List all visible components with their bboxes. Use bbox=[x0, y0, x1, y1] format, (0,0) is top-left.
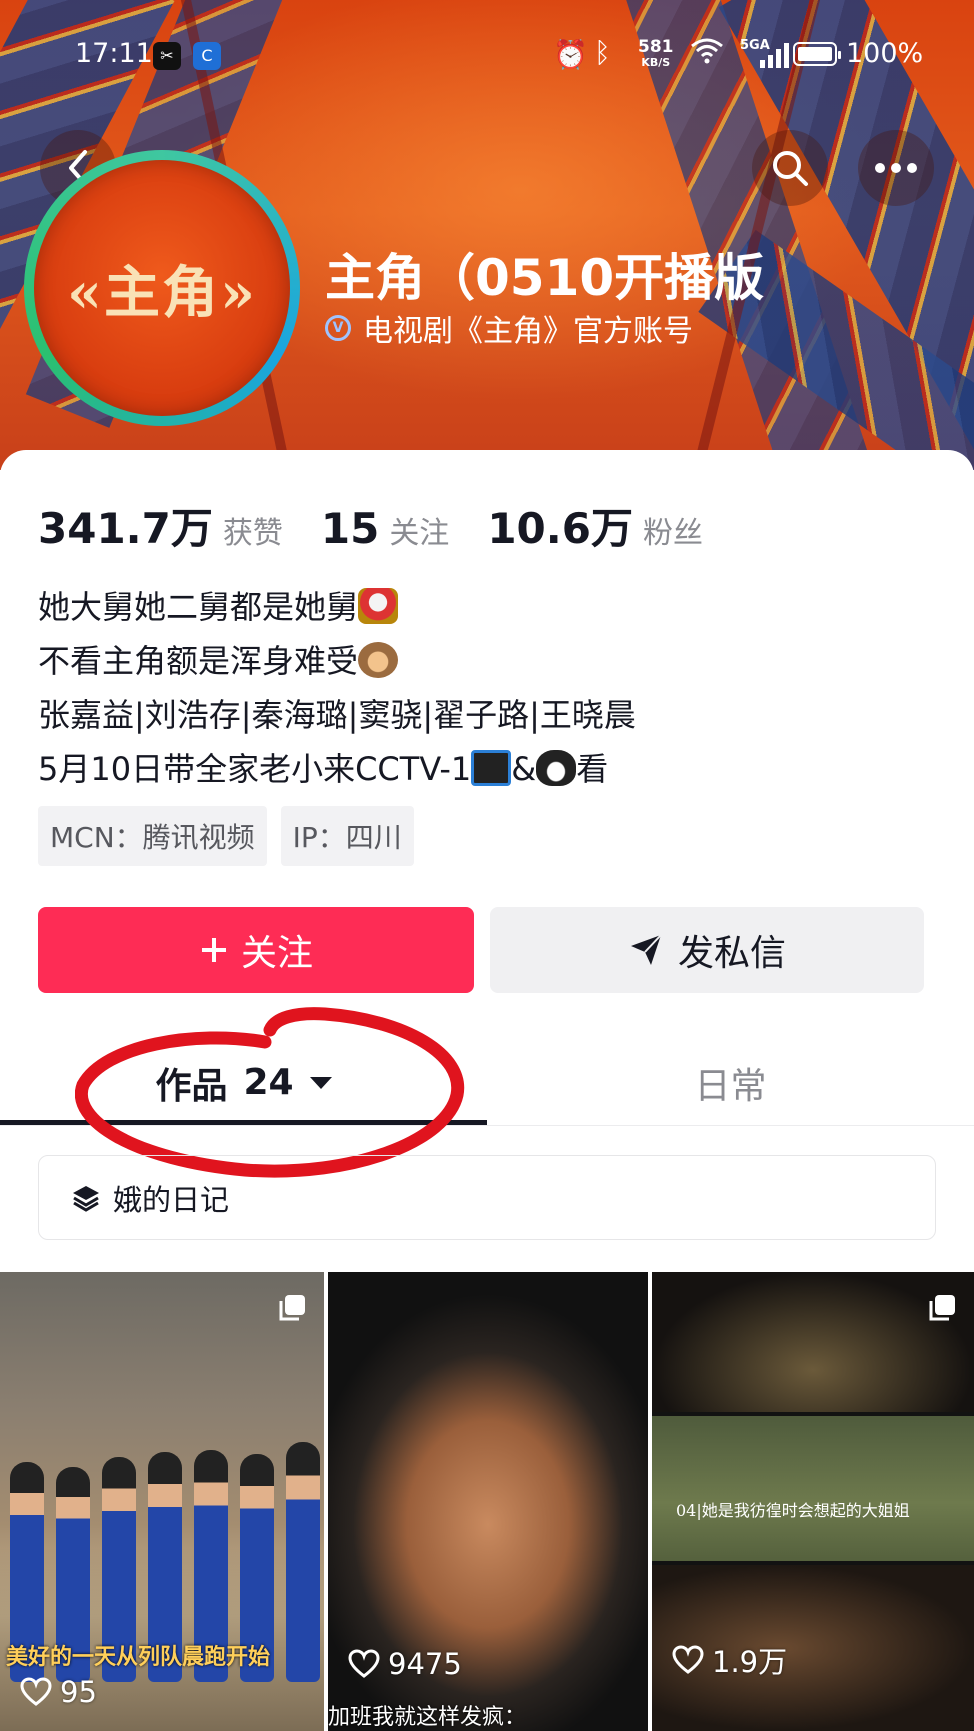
penguin-emoji-icon bbox=[536, 750, 577, 786]
wifi-icon bbox=[690, 36, 724, 71]
follow-button-label: 关注 bbox=[240, 933, 313, 974]
video-grid: 美好的一天从列队晨跑开始 95 加班我就这样发疯： 9475 04|她是我彷徨时… bbox=[0, 1272, 974, 1731]
battery-icon bbox=[793, 42, 841, 66]
tab-works[interactable]: 作品 24 bbox=[0, 1040, 487, 1125]
likes-count: 341.7万 bbox=[38, 504, 213, 553]
search-button[interactable] bbox=[752, 130, 828, 206]
thumbnail-scene bbox=[10, 1382, 320, 1682]
tv-emoji-icon bbox=[471, 750, 512, 786]
profile-bio: 她大舅她二舅都是她舅 不看主角额是浑身难受 张嘉益|刘浩存|秦海璐|窦骁|翟子路… bbox=[38, 580, 636, 796]
bluetooth-icon: ᛒ bbox=[594, 36, 611, 69]
video-likes-count: 1.9万 bbox=[712, 1645, 788, 1679]
more-dots-icon bbox=[875, 163, 917, 173]
thumbnail-panel bbox=[652, 1272, 974, 1412]
message-button-label: 发私信 bbox=[677, 933, 786, 974]
bio-line-text: 不看主角额是浑身难受 bbox=[38, 642, 359, 680]
profile-tabs: 作品 24 日常 bbox=[0, 1040, 974, 1126]
heart-icon bbox=[672, 1645, 704, 1674]
signal-bars-icon bbox=[760, 42, 789, 68]
status-bar: 17:11 ✂ C ⏰ ᛒ 581 KB/S 5GA 100% bbox=[0, 0, 974, 110]
bio-line-text: 5月10日带全家老小来CCTV-1 bbox=[38, 750, 472, 788]
profile-stats: 341.7万 获赞 15 关注 10.6万 粉丝 bbox=[38, 495, 741, 556]
network-speed: 581 KB/S bbox=[638, 37, 674, 70]
video-likes: 1.9万 bbox=[672, 1639, 787, 1681]
bio-line: 她大舅她二舅都是她舅 bbox=[38, 580, 636, 634]
verification-text: 电视剧《主角》官方账号 bbox=[363, 314, 693, 349]
video-caption: 加班我就这样发疯： bbox=[328, 1705, 527, 1730]
likes-label: 获赞 bbox=[222, 516, 283, 551]
follow-button[interactable]: 关注 bbox=[38, 907, 474, 993]
browser-app-icon: C bbox=[193, 42, 221, 70]
video-thumbnail[interactable]: 美好的一天从列队晨跑开始 95 bbox=[0, 1272, 324, 1731]
profile-nickname: 主角（0510开播版 bbox=[325, 249, 765, 307]
bio-line-text: 她大舅她二舅都是她舅 bbox=[38, 588, 359, 626]
video-likes: 95 bbox=[20, 1675, 97, 1709]
video-thumbnail[interactable]: 04|她是我彷徨时会想起的大姐姐 1.9万 bbox=[652, 1272, 974, 1731]
capcut-app-icon: ✂ bbox=[153, 42, 181, 70]
collection-bar[interactable]: 娥的日记 bbox=[38, 1155, 936, 1240]
search-icon bbox=[773, 151, 808, 186]
verified-badge-icon: V bbox=[325, 315, 351, 341]
video-thumbnail[interactable]: 加班我就这样发疯： 9475 bbox=[328, 1272, 648, 1731]
bio-line-text: 看 bbox=[576, 750, 609, 788]
video-caption: 04|她是我彷徨时会想起的大姐姐 bbox=[676, 1501, 910, 1520]
avatar-logo-text: «主角» bbox=[67, 259, 257, 326]
video-likes-count: 95 bbox=[60, 1675, 97, 1709]
network-speed-value: 581 bbox=[638, 37, 674, 57]
followers-label[interactable]: 粉丝 bbox=[643, 508, 703, 552]
battery-percent: 100% bbox=[846, 38, 924, 69]
heart-icon bbox=[348, 1649, 380, 1678]
send-icon bbox=[630, 934, 662, 965]
bio-line-text: 张嘉益|刘浩存|秦海璐|窦骁|翟子路|王晓晨 bbox=[38, 696, 636, 734]
active-tab-indicator bbox=[0, 1120, 487, 1125]
tab-daily[interactable]: 日常 bbox=[487, 1040, 974, 1125]
following-count[interactable]: 15 bbox=[321, 504, 379, 553]
collection-label: 娥的日记 bbox=[113, 1182, 230, 1217]
drum-emoji-icon bbox=[358, 588, 399, 624]
followers-count[interactable]: 10.6万 bbox=[487, 495, 633, 556]
tab-works-label: 作品 bbox=[155, 1065, 228, 1107]
tab-works-count: 24 bbox=[243, 1062, 294, 1103]
message-button[interactable]: 发私信 bbox=[490, 907, 924, 993]
profile-tags: MCN：腾讯视频 IP：四川 bbox=[38, 806, 414, 866]
bio-line: 5月10日带全家老小来CCTV-1 & 看 bbox=[38, 742, 636, 796]
caret-down-icon[interactable] bbox=[309, 1076, 332, 1089]
mcn-tag[interactable]: MCN：腾讯视频 bbox=[38, 806, 267, 866]
avatar[interactable]: «主角» bbox=[34, 160, 290, 416]
thumbnail-panel bbox=[652, 1416, 974, 1561]
ip-tag: IP：四川 bbox=[280, 806, 414, 866]
status-time: 17:11 bbox=[75, 38, 153, 69]
plus-icon bbox=[201, 938, 226, 962]
bio-line: 张嘉益|刘浩存|秦海璐|窦骁|翟子路|王晓晨 bbox=[38, 688, 636, 742]
heart-icon bbox=[20, 1677, 52, 1706]
layers-icon bbox=[73, 1185, 99, 1212]
bio-line: 不看主角额是浑身难受 bbox=[38, 634, 636, 688]
multi-image-icon bbox=[929, 1295, 955, 1321]
following-label[interactable]: 关注 bbox=[389, 508, 449, 552]
bio-line-text: & bbox=[511, 750, 537, 788]
video-likes-count: 9475 bbox=[388, 1647, 462, 1681]
video-likes: 9475 bbox=[348, 1647, 462, 1681]
tab-daily-label: 日常 bbox=[694, 1065, 767, 1107]
see-no-evil-monkey-emoji-icon bbox=[358, 642, 399, 678]
alarm-icon: ⏰ bbox=[553, 38, 588, 71]
network-speed-unit: KB/S bbox=[641, 56, 671, 69]
video-caption: 美好的一天从列队晨跑开始 bbox=[6, 1644, 271, 1670]
verification-line: V 电视剧《主角》官方账号 bbox=[325, 306, 693, 350]
multi-image-icon bbox=[279, 1295, 305, 1321]
more-button[interactable] bbox=[858, 130, 934, 206]
